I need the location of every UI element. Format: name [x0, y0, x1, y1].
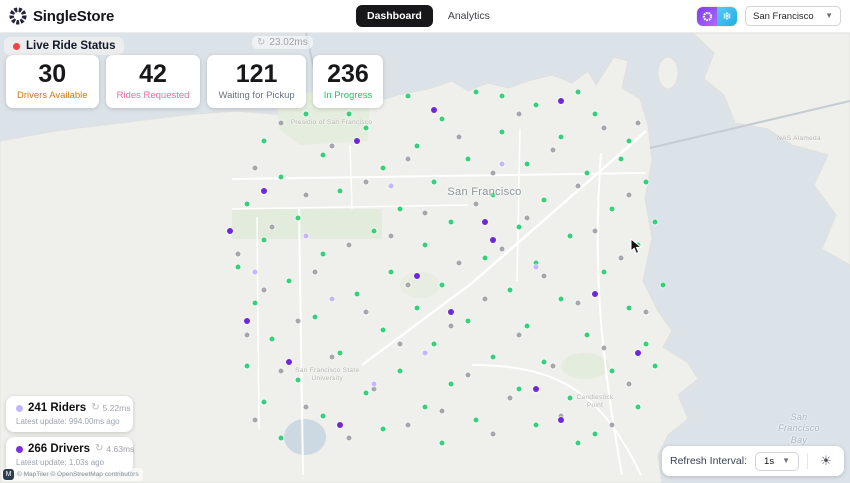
stat-value: 30: [38, 60, 67, 88]
riders-card-header: 241 Riders ↻ 5.22ms: [16, 402, 130, 414]
stat-card-in-progress: 236 In Progress: [312, 55, 384, 108]
refresh-interval-bar: Refresh Interval: 1s ▼ ☀: [661, 446, 844, 476]
tab-analytics[interactable]: Analytics: [437, 5, 501, 27]
live-indicator-dot: [13, 42, 20, 50]
stat-cards: 30 Drivers Available 42 Rides Requested …: [6, 55, 384, 108]
riders-latency: ↻ 5.22ms: [91, 402, 131, 414]
attribution-text: © MapTiler © OpenStreetMap contributors: [17, 471, 139, 478]
refresh-interval-label: Refresh Interval:: [669, 455, 748, 467]
stat-value: 121: [235, 60, 278, 88]
query-latency-value: 23.02ms: [269, 37, 308, 48]
snowflake-toggle-button[interactable]: ❄: [717, 6, 737, 26]
drivers-dot: [16, 445, 23, 453]
riders-count: 241 Riders: [28, 402, 87, 414]
brand-text: SingleStore: [33, 7, 115, 25]
refresh-icon: ↻: [95, 443, 104, 454]
refresh-interval-value: 1s: [764, 455, 775, 467]
snowflake-icon: ❄: [722, 10, 732, 23]
stat-label: In Progress: [323, 89, 373, 101]
stat-value: 236: [327, 60, 369, 88]
divider: [807, 453, 808, 469]
singlestore-ring-icon: [702, 11, 712, 21]
nav-tabs: Dashboard Analytics: [356, 5, 501, 27]
stat-card-drivers-available: 30 Drivers Available: [6, 55, 99, 108]
riders-dot: [16, 404, 23, 412]
theme-toggle-button[interactable]: ☀: [816, 451, 836, 471]
app: SingleStore Dashboard Analytics ❄ San Fr…: [0, 0, 850, 483]
header: SingleStore Dashboard Analytics ❄ San Fr…: [0, 0, 850, 33]
maptiler-logo: M: [3, 469, 14, 480]
provider-toggle: ❄: [697, 6, 737, 26]
riders-latency-value: 5.22ms: [102, 403, 131, 413]
query-latency-chip: ↻ 23.02ms: [252, 36, 313, 49]
drivers-count: 266 Drivers: [28, 443, 91, 455]
drivers-latency: ↻ 4.63ms: [95, 443, 135, 455]
drivers-latency-value: 4.63ms: [106, 444, 135, 454]
singlestore-logo-icon: [9, 7, 27, 25]
map-attribution: M © MapTiler © OpenStreetMap contributor…: [2, 468, 143, 481]
stat-card-rides-requested: 42 Rides Requested: [105, 55, 201, 108]
chevron-down-icon: ▼: [782, 456, 790, 465]
riders-card: 241 Riders ↻ 5.22ms Latest update: 994.0…: [6, 396, 133, 432]
live-ride-status: Live Ride Status: [4, 37, 125, 55]
chevron-down-icon: ▼: [825, 11, 833, 20]
refresh-interval-select[interactable]: 1s ▼: [755, 451, 799, 471]
refresh-icon: ↻: [91, 402, 100, 413]
header-right: ❄ San Francisco ▼: [697, 6, 841, 26]
stat-label: Drivers Available: [17, 89, 88, 101]
drivers-card-header: 266 Drivers ↻ 4.63ms: [16, 443, 134, 455]
live-ride-status-label: Live Ride Status: [26, 40, 116, 52]
stat-label: Rides Requested: [116, 89, 190, 101]
riders-last-update: Latest update: 994.00ms ago: [16, 417, 120, 426]
brand: SingleStore: [9, 7, 114, 25]
stat-value: 42: [139, 60, 167, 88]
refresh-icon: ↻: [257, 36, 266, 48]
singlestore-toggle-button[interactable]: [697, 6, 717, 26]
tab-dashboard[interactable]: Dashboard: [356, 5, 433, 27]
city-select[interactable]: San Francisco ▼: [745, 6, 841, 26]
drivers-last-update: Latest update: 1.03s ago: [16, 458, 105, 467]
stat-card-waiting-for-pickup: 121 Waiting for Pickup: [207, 55, 306, 108]
sun-icon: ☀: [820, 453, 832, 468]
stat-label: Waiting for Pickup: [218, 89, 295, 101]
city-select-value: San Francisco: [753, 10, 814, 22]
